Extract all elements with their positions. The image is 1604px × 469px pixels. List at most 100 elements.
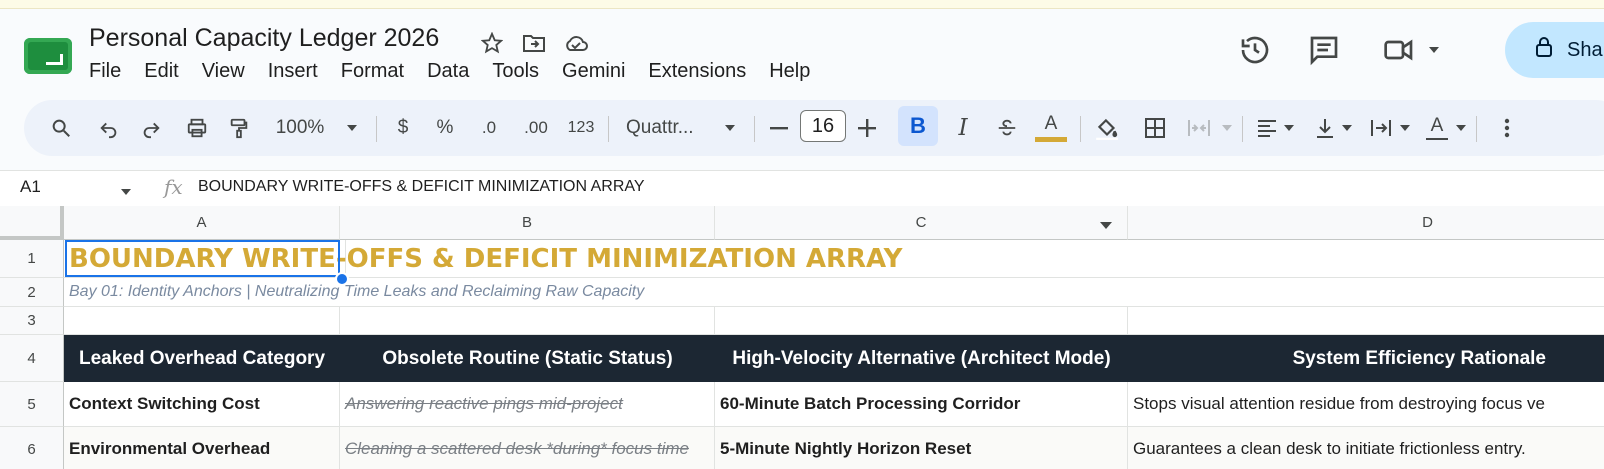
zoom-chevron-down-icon[interactable] [342,100,362,156]
decrease-font-size-icon[interactable] [766,100,792,156]
cell-a3[interactable] [64,307,340,335]
strikethrough-icon[interactable] [992,100,1022,156]
formula-input[interactable]: BOUNDARY WRITE-OFFS & DEFICIT MINIMIZATI… [198,178,645,196]
rotation-chevron-down-icon[interactable] [1454,100,1468,156]
table-row-cell[interactable]: Answering reactive pings mid-project [340,382,715,427]
text-color-button[interactable]: A [1034,100,1068,156]
zoom-select[interactable]: 100% [270,100,330,156]
font-size-input[interactable]: 16 [800,110,846,142]
row-header-6[interactable]: 6 [0,427,64,469]
move-folder-icon[interactable] [520,30,548,56]
search-menus-icon[interactable] [46,100,76,156]
horizontal-align-icon[interactable] [1252,100,1282,156]
header-cell-alternative[interactable]: High-Velocity Alternative (Architect Mod… [715,335,1128,382]
select-all-corner[interactable] [0,206,64,240]
menu-insert[interactable]: Insert [268,60,318,83]
menu-tools[interactable]: Tools [492,60,539,83]
text-rotation-underline [1426,138,1448,140]
vertical-align-icon[interactable] [1310,100,1340,156]
version-history-icon[interactable] [1238,34,1272,71]
paint-format-icon[interactable] [224,100,254,156]
name-box-chevron-down-icon[interactable] [120,184,132,202]
more-formats-button[interactable]: 123 [564,100,598,156]
redo-icon[interactable] [136,100,166,156]
cloud-status-icon[interactable] [562,30,590,56]
toolbar-divider [1476,116,1477,142]
font-family-select[interactable]: Quattr... [626,100,716,156]
column-header-b[interactable]: B [340,206,715,240]
share-button[interactable]: Sha [1505,22,1604,78]
row-header-4[interactable]: 4 [0,335,64,382]
table-row-cell[interactable]: Stops visual attention residue from dest… [1128,382,1604,427]
row-header-1[interactable]: 1 [0,240,64,278]
table-row-cell[interactable]: Context Switching Cost [64,382,340,427]
text-rotation-letter: A [1430,115,1444,136]
increase-font-size-icon[interactable] [854,100,880,156]
row-header-3[interactable]: 3 [0,307,64,335]
header-cell-category[interactable]: Leaked Overhead Category [64,335,340,382]
cell-c3[interactable] [715,307,1128,335]
borders-icon[interactable] [1140,100,1170,156]
menu-format[interactable]: Format [341,60,404,83]
print-icon[interactable] [182,100,212,156]
text-color-letter: A [1044,113,1058,134]
column-header-d[interactable]: D [1128,206,1604,240]
toolbar-divider [608,116,609,142]
merge-cells-icon[interactable] [1184,100,1214,156]
valign-chevron-down-icon[interactable] [1340,100,1354,156]
row-header-2[interactable]: 2 [0,278,64,307]
sheets-logo-icon[interactable] [24,38,72,74]
cell-d3[interactable] [1128,307,1604,335]
bold-button[interactable]: B [898,106,938,146]
comments-icon[interactable] [1307,34,1341,71]
menu-bar: File Edit View Insert Format Data Tools … [89,60,833,83]
decrease-decimal-button[interactable]: .0 [474,100,504,156]
format-percent-button[interactable]: % [432,100,458,156]
cell-d2[interactable] [1128,278,1604,307]
column-header-c[interactable]: C [715,206,1128,240]
column-header-a[interactable]: A [64,206,340,240]
table-row-cell[interactable]: Cleaning a scattered desk *during* focus… [340,427,715,469]
more-vertical-icon[interactable] [1494,100,1520,156]
text-color-swatch [1035,137,1067,142]
halign-chevron-down-icon[interactable] [1282,100,1296,156]
meet-dropdown-chevron-down-icon[interactable] [1428,42,1440,60]
undo-icon[interactable] [94,100,124,156]
italic-button[interactable]: I [948,100,978,156]
filter-chevron-down-icon[interactable] [1099,218,1113,235]
merge-chevron-down-icon[interactable] [1220,100,1234,156]
menu-gemini[interactable]: Gemini [562,60,625,83]
cell-d1[interactable] [1128,240,1604,278]
menu-help[interactable]: Help [769,60,810,83]
sheet-title-cell[interactable]: BOUNDARY WRITE-OFFS & DEFICIT MINIMIZATI… [64,240,1128,278]
fill-handle[interactable] [335,272,349,286]
top-banner-strip [0,0,1604,9]
star-icon[interactable] [478,30,506,56]
menu-data[interactable]: Data [427,60,469,83]
table-row-cell[interactable]: 60-Minute Batch Processing Corridor [715,382,1128,427]
fill-color-icon[interactable] [1090,100,1124,156]
toolbar-divider [1080,116,1081,142]
menu-edit[interactable]: Edit [144,60,178,83]
fx-icon: fx [164,175,183,199]
wrap-chevron-down-icon[interactable] [1398,100,1412,156]
format-currency-button[interactable]: $ [390,100,416,156]
name-box[interactable]: A1 [20,177,41,197]
meet-camera-icon[interactable] [1382,34,1416,71]
row-header-5[interactable]: 5 [0,382,64,427]
menu-view[interactable]: View [202,60,245,83]
table-row-cell[interactable]: Guarantees a clean desk to initiate fric… [1128,427,1604,469]
menu-extensions[interactable]: Extensions [648,60,746,83]
table-row-cell[interactable]: Environmental Overhead [64,427,340,469]
table-row-cell[interactable]: 5-Minute Nightly Horizon Reset [715,427,1128,469]
subtitle-cell[interactable]: Bay 01: Identity Anchors | Neutralizing … [64,278,1128,307]
header-cell-rationale[interactable]: System Efficiency Rationale [1128,335,1604,382]
increase-decimal-button[interactable]: .00 [518,100,554,156]
document-title[interactable]: Personal Capacity Ledger 2026 [89,24,439,53]
cell-b3[interactable] [340,307,715,335]
header-cell-obsolete-routine[interactable]: Obsolete Routine (Static Status) [340,335,715,382]
menu-file[interactable]: File [89,60,121,83]
text-wrapping-icon[interactable] [1366,100,1396,156]
text-rotation-button[interactable]: A [1422,100,1452,156]
font-chevron-down-icon[interactable] [720,100,740,156]
